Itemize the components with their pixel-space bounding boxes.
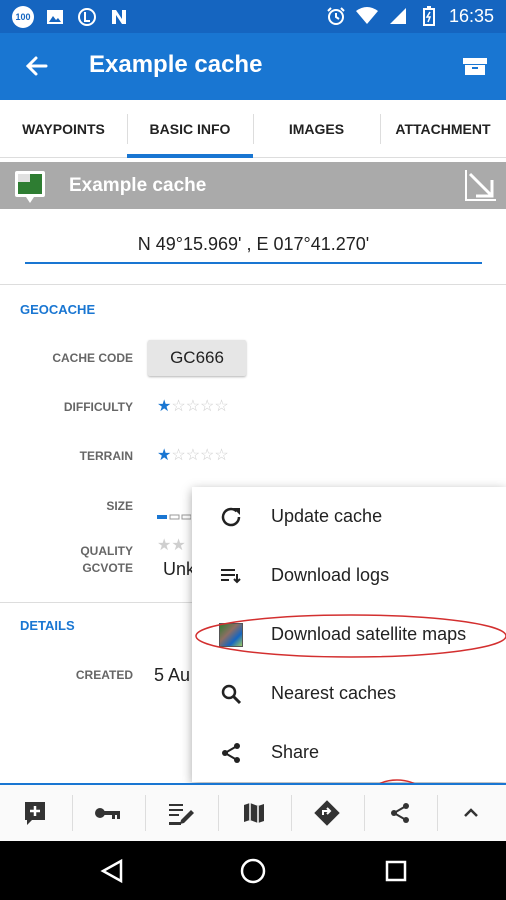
difficulty-label: DIFFICULTY xyxy=(63,400,133,414)
menu-item-share[interactable]: Share xyxy=(192,723,506,782)
alarm-icon xyxy=(325,5,347,27)
notification-badge: 100 xyxy=(12,6,34,28)
traditional-cache-icon xyxy=(14,170,46,203)
geocache-section-title: GEOCACHE xyxy=(20,302,96,317)
size-label: SIZE xyxy=(106,499,133,513)
star-empty-icon: ☆ xyxy=(200,398,215,415)
app-bar: Example cache xyxy=(0,33,506,100)
menu-item-download-logs[interactable]: Download logs xyxy=(192,546,506,605)
image-icon xyxy=(44,6,66,28)
details-section-title: DETAILS xyxy=(20,618,75,633)
expand-arrow-icon[interactable] xyxy=(464,168,498,202)
star-empty-icon: ☆ xyxy=(214,447,229,464)
share-icon[interactable] xyxy=(365,785,435,841)
locus-icon xyxy=(76,6,98,28)
satellite-map-icon xyxy=(218,622,244,648)
created-label: CREATED xyxy=(75,668,133,682)
clock-time: 16:35 xyxy=(448,5,494,26)
star-empty-icon: ☆ xyxy=(200,447,215,464)
page-title: Example cache xyxy=(89,51,263,78)
navigate-icon[interactable] xyxy=(292,785,362,841)
menu-item-download-satellite-maps[interactable]: Download satellite maps xyxy=(192,605,506,664)
nav-home-icon[interactable] xyxy=(239,857,267,885)
menu-item-label: Update cache xyxy=(271,506,383,526)
map-icon[interactable] xyxy=(219,785,289,841)
nav-back-icon[interactable] xyxy=(98,857,126,885)
menu-item-nearest-caches[interactable]: Nearest caches xyxy=(192,664,506,723)
wifi-icon xyxy=(355,5,378,27)
tab-images[interactable]: IMAGES xyxy=(253,100,380,158)
chevron-up-icon[interactable] xyxy=(436,785,506,841)
nav-recents-icon[interactable] xyxy=(382,857,410,885)
terrain-label: TERRAIN xyxy=(79,449,133,463)
download-logs-icon xyxy=(218,563,244,589)
tab-waypoints[interactable]: WAYPOINTS xyxy=(0,100,127,158)
menu-item-update-cache[interactable]: Update cache xyxy=(192,487,506,546)
key-icon[interactable] xyxy=(73,785,143,841)
coordinates-field[interactable]: N 49°15.969' , E 017°41.270' xyxy=(25,226,482,264)
search-icon xyxy=(218,681,244,707)
terrain-stars: ★☆☆☆☆ xyxy=(157,445,229,465)
tab-attachment[interactable]: ATTACHMENT xyxy=(380,100,506,158)
overflow-menu: Update cache Download logs Download sate… xyxy=(192,487,506,782)
cache-code-label: CACHE CODE xyxy=(52,351,133,365)
archive-icon[interactable] xyxy=(462,55,488,77)
cache-code-button[interactable]: GC666 xyxy=(148,340,246,376)
created-value: 5 Au xyxy=(154,665,191,685)
edit-log-icon[interactable] xyxy=(146,785,216,841)
star-empty-icon: ☆ xyxy=(185,447,201,464)
battery-icon xyxy=(418,5,440,27)
signal-icon xyxy=(387,5,409,27)
difficulty-stars: ★☆☆☆☆ xyxy=(157,396,229,416)
quality-label: QUALITY xyxy=(80,544,133,558)
menu-item-label: Download logs xyxy=(271,565,390,585)
refresh-icon xyxy=(218,504,244,530)
status-bar: 100 16:35 xyxy=(0,0,506,33)
star-filled-icon: ★ xyxy=(157,398,172,415)
add-note-icon[interactable] xyxy=(0,785,70,841)
size-indicator xyxy=(157,507,192,520)
divider xyxy=(0,284,506,285)
star-empty-icon: ☆ xyxy=(185,398,201,415)
menu-item-label: Share xyxy=(271,742,320,762)
menu-item-label: Nearest caches xyxy=(271,683,397,703)
star-filled-icon: ★ xyxy=(157,447,172,464)
arrow-left-icon[interactable] xyxy=(22,51,52,81)
cache-header: Example cache xyxy=(0,162,506,209)
n-icon xyxy=(108,6,130,28)
tab-basic-info[interactable]: BASIC INFO xyxy=(127,100,253,158)
star-empty-icon: ☆ xyxy=(171,447,186,464)
tab-bar: WAYPOINTS BASIC INFO IMAGES ATTACHMENT xyxy=(0,100,506,158)
cache-name: Example cache xyxy=(69,175,207,196)
star-empty-icon: ☆ xyxy=(171,398,186,415)
star-empty-icon: ☆ xyxy=(214,398,229,415)
share-icon xyxy=(218,740,244,766)
menu-item-label: Download satellite maps xyxy=(271,624,467,644)
quality-stars: ★★ xyxy=(157,537,186,554)
bottom-toolbar xyxy=(0,783,506,841)
gcvote-label: GCVOTE xyxy=(82,561,133,575)
gcvote-value: Unk xyxy=(163,559,196,579)
system-nav-bar xyxy=(0,841,506,900)
